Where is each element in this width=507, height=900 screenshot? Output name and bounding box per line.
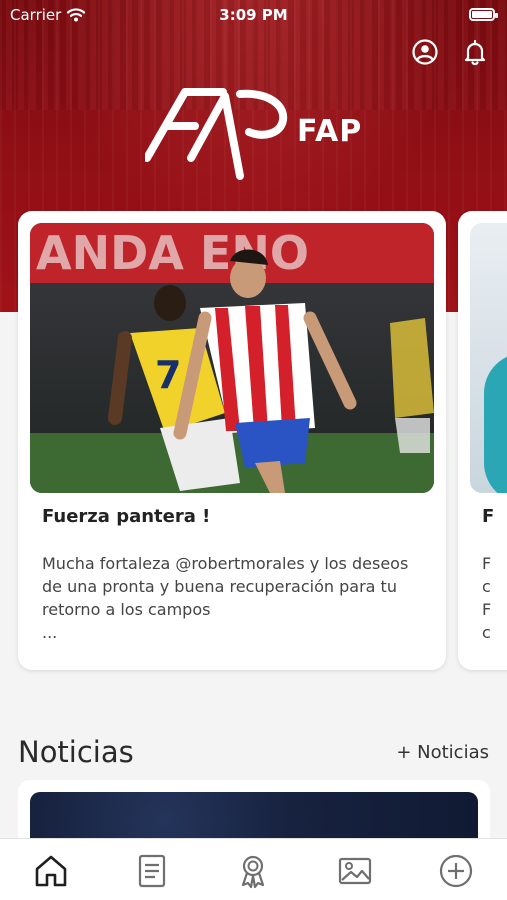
home-icon — [35, 855, 67, 887]
post-excerpt-next: F c F c — [482, 552, 491, 644]
user-circle-icon[interactable] — [411, 38, 439, 66]
status-time: 3:09 PM — [219, 6, 288, 24]
post-excerpt-next-line: F — [482, 600, 492, 619]
post-card-next[interactable]: F F c F c — [458, 211, 507, 670]
battery-icon — [469, 8, 498, 21]
tab-home[interactable] — [29, 849, 73, 893]
brand-name: FAP — [297, 114, 363, 149]
header-actions — [411, 38, 489, 66]
tab-gallery[interactable] — [333, 849, 377, 893]
post-image-next — [470, 223, 507, 493]
post-card[interactable]: ANDA ENO 7 Fuerza pantera ! Mucha fortal… — [18, 211, 446, 670]
post-image: ANDA ENO 7 — [30, 223, 434, 493]
gallery-icon — [338, 857, 372, 885]
award-icon — [241, 855, 265, 889]
tab-documents[interactable] — [130, 849, 174, 893]
fap-monogram-icon — [143, 88, 288, 180]
status-bar: Carrier 3:09 PM — [0, 0, 507, 30]
post-excerpt: Mucha fortaleza @robertmorales y los des… — [42, 552, 432, 644]
bell-icon[interactable] — [461, 38, 489, 66]
bottom-tab-bar — [0, 838, 507, 900]
tab-add[interactable] — [434, 849, 478, 893]
news-section-title: Noticias — [18, 735, 134, 769]
post-ellipsis: ... — [42, 623, 58, 642]
document-icon — [138, 854, 166, 888]
post-title-next: F — [482, 506, 495, 527]
post-title: Fuerza pantera ! — [42, 506, 211, 527]
post-excerpt-next-line: c — [482, 577, 491, 596]
post-excerpt-next-line: c — [482, 623, 491, 642]
post-excerpt-next-line: F — [482, 554, 492, 573]
football-photo: ANDA ENO 7 — [30, 223, 434, 493]
fap-logo: FAP — [143, 88, 375, 180]
svg-text:ANDA ENO: ANDA ENO — [36, 226, 309, 280]
post-excerpt-text: Mucha fortaleza @robertmorales y los des… — [42, 554, 409, 619]
tab-awards[interactable] — [231, 849, 275, 893]
svg-text:7: 7 — [155, 353, 181, 397]
more-news-link[interactable]: + Noticias — [396, 742, 489, 763]
add-circle-icon — [439, 854, 473, 888]
